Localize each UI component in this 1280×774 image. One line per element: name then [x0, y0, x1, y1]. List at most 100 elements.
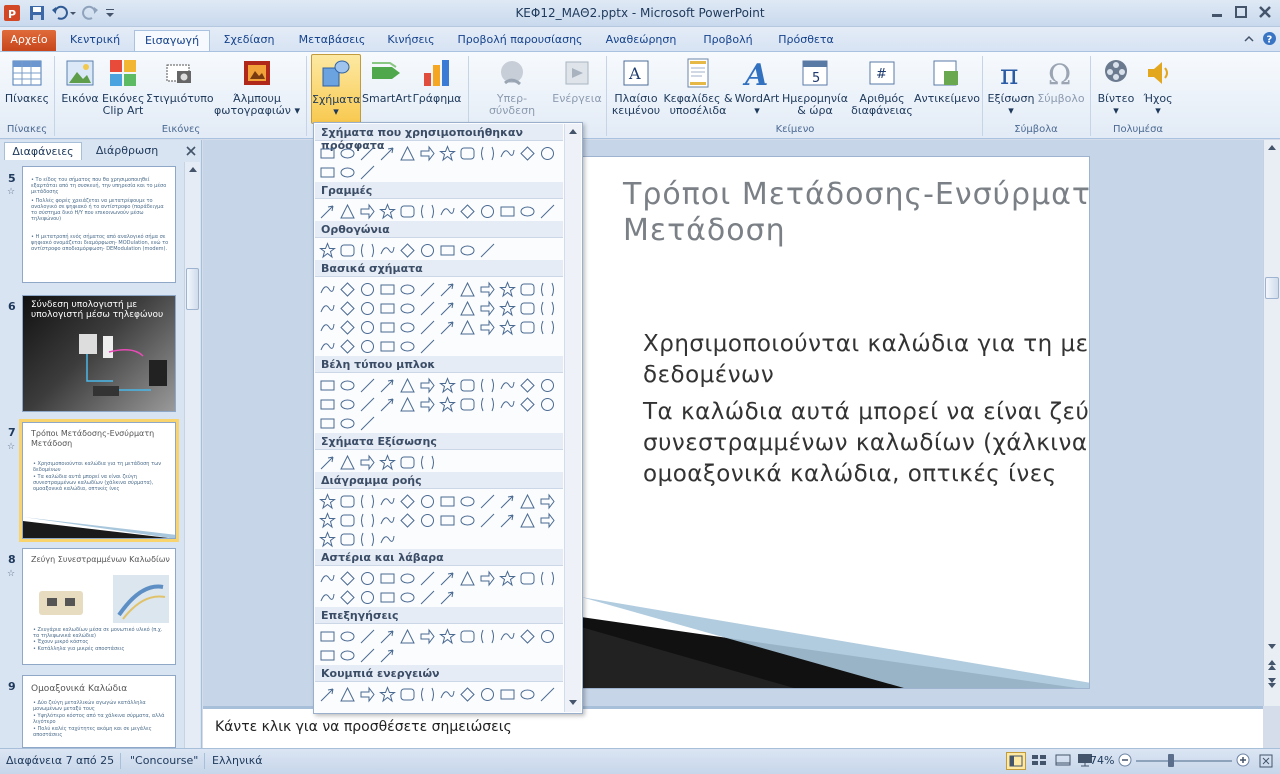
- shape-option-icon[interactable]: [339, 338, 356, 355]
- shape-option-icon[interactable]: [399, 281, 416, 298]
- scroll-up-icon[interactable]: [1266, 142, 1278, 154]
- shape-option-icon[interactable]: [459, 628, 476, 645]
- shape-option-icon[interactable]: [359, 203, 376, 220]
- shape-option-icon[interactable]: [359, 454, 376, 471]
- shape-option-icon[interactable]: [499, 396, 516, 413]
- date-time-button[interactable]: 5 Ημερομηνία & ώρα: [782, 54, 848, 126]
- shape-option-icon[interactable]: [439, 319, 456, 336]
- shape-option-icon[interactable]: [339, 164, 356, 181]
- shape-option-icon[interactable]: [339, 686, 356, 703]
- shape-option-icon[interactable]: [479, 377, 496, 394]
- shape-option-icon[interactable]: [519, 396, 536, 413]
- tab-file[interactable]: Αρχείο: [2, 30, 56, 51]
- shape-option-icon[interactable]: [319, 396, 336, 413]
- shape-option-icon[interactable]: [359, 300, 376, 317]
- shape-option-icon[interactable]: [379, 628, 396, 645]
- slide-thumbnail-7[interactable]: Τρόποι Μετάδοσης-Ενσύρματη Μετάδοση • Χρ…: [19, 419, 179, 542]
- shape-option-icon[interactable]: [399, 319, 416, 336]
- smartart-button[interactable]: SmartArt: [362, 54, 412, 126]
- shape-option-icon[interactable]: [399, 570, 416, 587]
- shape-option-icon[interactable]: [359, 512, 376, 529]
- shape-option-icon[interactable]: [479, 281, 496, 298]
- shape-option-icon[interactable]: [339, 319, 356, 336]
- slide-scrollbar[interactable]: [1263, 140, 1280, 706]
- previous-slide-icon[interactable]: [1266, 658, 1278, 672]
- shape-option-icon[interactable]: [339, 531, 356, 548]
- shape-option-icon[interactable]: [539, 570, 556, 587]
- shape-option-icon[interactable]: [319, 570, 336, 587]
- shape-option-icon[interactable]: [499, 319, 516, 336]
- close-icon[interactable]: [1254, 3, 1276, 21]
- tab-addins[interactable]: Πρόσθετα: [772, 30, 840, 51]
- shape-option-icon[interactable]: [519, 512, 536, 529]
- shape-option-icon[interactable]: [399, 686, 416, 703]
- zoom-slider[interactable]: [1136, 760, 1232, 762]
- shape-option-icon[interactable]: [339, 203, 356, 220]
- shape-option-icon[interactable]: [359, 589, 376, 606]
- shape-option-icon[interactable]: [379, 686, 396, 703]
- shape-option-icon[interactable]: [339, 281, 356, 298]
- shape-option-icon[interactable]: [499, 493, 516, 510]
- shape-option-icon[interactable]: [459, 377, 476, 394]
- zoom-in-icon[interactable]: [1236, 753, 1250, 767]
- shape-option-icon[interactable]: [339, 589, 356, 606]
- shape-option-icon[interactable]: [499, 300, 516, 317]
- shape-option-icon[interactable]: [539, 281, 556, 298]
- shape-option-icon[interactable]: [479, 396, 496, 413]
- shape-option-icon[interactable]: [319, 512, 336, 529]
- shape-option-icon[interactable]: [339, 396, 356, 413]
- shape-option-icon[interactable]: [379, 300, 396, 317]
- shape-option-icon[interactable]: [359, 319, 376, 336]
- scroll-up-icon[interactable]: [187, 164, 199, 176]
- slide-sorter-icon[interactable]: [1030, 752, 1050, 770]
- fit-to-window-icon[interactable]: [1258, 753, 1274, 769]
- shape-option-icon[interactable]: [539, 145, 556, 162]
- equation-button[interactable]: π Εξίσωση ▾: [986, 54, 1036, 126]
- shape-option-icon[interactable]: [519, 319, 536, 336]
- tab-outline[interactable]: Διάρθρωση: [84, 142, 170, 160]
- shape-option-icon[interactable]: [459, 319, 476, 336]
- clipart-button[interactable]: Εικόνες Clip Art: [102, 54, 144, 126]
- shape-option-icon[interactable]: [439, 686, 456, 703]
- shape-option-icon[interactable]: [339, 300, 356, 317]
- shape-option-icon[interactable]: [419, 242, 436, 259]
- shape-option-icon[interactable]: [499, 686, 516, 703]
- shape-option-icon[interactable]: [419, 203, 436, 220]
- shape-option-icon[interactable]: [459, 300, 476, 317]
- shape-option-icon[interactable]: [539, 203, 556, 220]
- shape-option-icon[interactable]: [499, 628, 516, 645]
- shape-option-icon[interactable]: [439, 300, 456, 317]
- shape-option-icon[interactable]: [399, 300, 416, 317]
- shape-option-icon[interactable]: [379, 589, 396, 606]
- shape-option-icon[interactable]: [459, 686, 476, 703]
- audio-button[interactable]: Ήχος ▾: [1138, 54, 1178, 126]
- shape-option-icon[interactable]: [319, 242, 336, 259]
- shape-option-icon[interactable]: [339, 454, 356, 471]
- shape-option-icon[interactable]: [479, 493, 496, 510]
- shape-option-icon[interactable]: [359, 493, 376, 510]
- gallery-scrollbar[interactable]: [564, 124, 581, 712]
- slide-thumbnail-6[interactable]: Σύνδεση υπολογιστή με υπολογιστή μέσω τη…: [22, 295, 176, 412]
- shape-option-icon[interactable]: [419, 493, 436, 510]
- shape-option-icon[interactable]: [339, 493, 356, 510]
- shape-option-icon[interactable]: [519, 281, 536, 298]
- shape-option-icon[interactable]: [319, 281, 336, 298]
- shape-option-icon[interactable]: [439, 628, 456, 645]
- maximize-icon[interactable]: [1230, 3, 1252, 21]
- zoom-slider-thumb[interactable]: [1168, 754, 1174, 767]
- shape-option-icon[interactable]: [359, 647, 376, 664]
- zoom-out-icon[interactable]: [1118, 753, 1132, 767]
- shape-option-icon[interactable]: [479, 242, 496, 259]
- shape-option-icon[interactable]: [359, 377, 376, 394]
- minimize-icon[interactable]: [1206, 3, 1228, 21]
- shape-option-icon[interactable]: [319, 686, 336, 703]
- video-button[interactable]: Βίντεο ▾: [1096, 54, 1136, 126]
- tab-insert[interactable]: Εισαγωγή: [134, 30, 210, 51]
- shape-option-icon[interactable]: [419, 145, 436, 162]
- normal-view-icon[interactable]: [1006, 752, 1026, 770]
- scroll-down-icon[interactable]: [567, 696, 579, 708]
- shape-option-icon[interactable]: [319, 454, 336, 471]
- action-button[interactable]: Ενέργεια: [552, 54, 602, 126]
- shape-option-icon[interactable]: [399, 242, 416, 259]
- shape-option-icon[interactable]: [439, 493, 456, 510]
